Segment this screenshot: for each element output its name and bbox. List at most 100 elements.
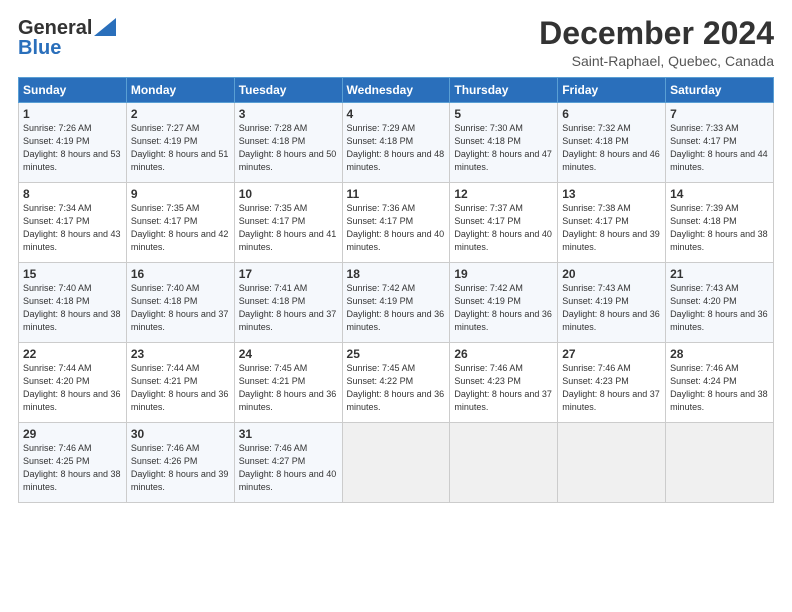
day-info: Sunrise: 7:40 AMSunset: 4:18 PMDaylight:… — [23, 282, 122, 334]
day-info: Sunrise: 7:43 AMSunset: 4:20 PMDaylight:… — [670, 282, 769, 334]
day-info: Sunrise: 7:29 AMSunset: 4:18 PMDaylight:… — [347, 122, 446, 174]
day-of-week-saturday: Saturday — [666, 78, 774, 103]
day-number: 15 — [23, 267, 122, 281]
day-info: Sunrise: 7:27 AMSunset: 4:19 PMDaylight:… — [131, 122, 230, 174]
calendar-cell: 2Sunrise: 7:27 AMSunset: 4:19 PMDaylight… — [126, 103, 234, 183]
location: Saint-Raphael, Quebec, Canada — [539, 53, 774, 69]
day-of-week-monday: Monday — [126, 78, 234, 103]
calendar-cell: 12Sunrise: 7:37 AMSunset: 4:17 PMDayligh… — [450, 183, 558, 263]
logo-bird-icon — [94, 18, 116, 36]
day-info: Sunrise: 7:32 AMSunset: 4:18 PMDaylight:… — [562, 122, 661, 174]
day-info: Sunrise: 7:26 AMSunset: 4:19 PMDaylight:… — [23, 122, 122, 174]
calendar-cell: 17Sunrise: 7:41 AMSunset: 4:18 PMDayligh… — [234, 263, 342, 343]
calendar-cell: 3Sunrise: 7:28 AMSunset: 4:18 PMDaylight… — [234, 103, 342, 183]
day-info: Sunrise: 7:46 AMSunset: 4:27 PMDaylight:… — [239, 442, 338, 494]
week-row-1: 8Sunrise: 7:34 AMSunset: 4:17 PMDaylight… — [19, 183, 774, 263]
calendar-header-row: SundayMondayTuesdayWednesdayThursdayFrid… — [19, 78, 774, 103]
calendar-cell — [558, 423, 666, 503]
day-number: 23 — [131, 347, 230, 361]
calendar-cell: 22Sunrise: 7:44 AMSunset: 4:20 PMDayligh… — [19, 343, 127, 423]
day-info: Sunrise: 7:44 AMSunset: 4:20 PMDaylight:… — [23, 362, 122, 414]
day-info: Sunrise: 7:45 AMSunset: 4:21 PMDaylight:… — [239, 362, 338, 414]
calendar-cell: 30Sunrise: 7:46 AMSunset: 4:26 PMDayligh… — [126, 423, 234, 503]
day-of-week-thursday: Thursday — [450, 78, 558, 103]
page: General Blue December 2024 Saint-Raphael… — [0, 0, 792, 612]
day-number: 9 — [131, 187, 230, 201]
day-info: Sunrise: 7:44 AMSunset: 4:21 PMDaylight:… — [131, 362, 230, 414]
day-info: Sunrise: 7:42 AMSunset: 4:19 PMDaylight:… — [347, 282, 446, 334]
day-info: Sunrise: 7:46 AMSunset: 4:23 PMDaylight:… — [454, 362, 553, 414]
day-info: Sunrise: 7:39 AMSunset: 4:18 PMDaylight:… — [670, 202, 769, 254]
day-info: Sunrise: 7:40 AMSunset: 4:18 PMDaylight:… — [131, 282, 230, 334]
calendar: SundayMondayTuesdayWednesdayThursdayFrid… — [18, 77, 774, 503]
logo-blue: Blue — [18, 37, 61, 60]
calendar-cell: 29Sunrise: 7:46 AMSunset: 4:25 PMDayligh… — [19, 423, 127, 503]
day-info: Sunrise: 7:45 AMSunset: 4:22 PMDaylight:… — [347, 362, 446, 414]
day-number: 20 — [562, 267, 661, 281]
day-number: 27 — [562, 347, 661, 361]
day-number: 1 — [23, 107, 122, 121]
calendar-cell: 16Sunrise: 7:40 AMSunset: 4:18 PMDayligh… — [126, 263, 234, 343]
day-info: Sunrise: 7:46 AMSunset: 4:25 PMDaylight:… — [23, 442, 122, 494]
title-block: December 2024 Saint-Raphael, Quebec, Can… — [539, 16, 774, 69]
calendar-cell: 14Sunrise: 7:39 AMSunset: 4:18 PMDayligh… — [666, 183, 774, 263]
day-info: Sunrise: 7:41 AMSunset: 4:18 PMDaylight:… — [239, 282, 338, 334]
calendar-cell: 5Sunrise: 7:30 AMSunset: 4:18 PMDaylight… — [450, 103, 558, 183]
calendar-cell: 24Sunrise: 7:45 AMSunset: 4:21 PMDayligh… — [234, 343, 342, 423]
day-number: 6 — [562, 107, 661, 121]
calendar-cell: 21Sunrise: 7:43 AMSunset: 4:20 PMDayligh… — [666, 263, 774, 343]
day-number: 29 — [23, 427, 122, 441]
day-info: Sunrise: 7:36 AMSunset: 4:17 PMDaylight:… — [347, 202, 446, 254]
day-number: 25 — [347, 347, 446, 361]
calendar-cell: 25Sunrise: 7:45 AMSunset: 4:22 PMDayligh… — [342, 343, 450, 423]
day-info: Sunrise: 7:30 AMSunset: 4:18 PMDaylight:… — [454, 122, 553, 174]
calendar-cell: 28Sunrise: 7:46 AMSunset: 4:24 PMDayligh… — [666, 343, 774, 423]
day-number: 2 — [131, 107, 230, 121]
day-number: 28 — [670, 347, 769, 361]
calendar-cell — [342, 423, 450, 503]
day-of-week-friday: Friday — [558, 78, 666, 103]
day-info: Sunrise: 7:34 AMSunset: 4:17 PMDaylight:… — [23, 202, 122, 254]
calendar-cell: 8Sunrise: 7:34 AMSunset: 4:17 PMDaylight… — [19, 183, 127, 263]
calendar-cell: 13Sunrise: 7:38 AMSunset: 4:17 PMDayligh… — [558, 183, 666, 263]
calendar-cell: 20Sunrise: 7:43 AMSunset: 4:19 PMDayligh… — [558, 263, 666, 343]
month-title: December 2024 — [539, 16, 774, 51]
calendar-cell: 9Sunrise: 7:35 AMSunset: 4:17 PMDaylight… — [126, 183, 234, 263]
day-number: 12 — [454, 187, 553, 201]
day-of-week-tuesday: Tuesday — [234, 78, 342, 103]
day-of-week-wednesday: Wednesday — [342, 78, 450, 103]
day-number: 16 — [131, 267, 230, 281]
day-of-week-sunday: Sunday — [19, 78, 127, 103]
calendar-cell: 1Sunrise: 7:26 AMSunset: 4:19 PMDaylight… — [19, 103, 127, 183]
calendar-cell: 10Sunrise: 7:35 AMSunset: 4:17 PMDayligh… — [234, 183, 342, 263]
calendar-cell: 6Sunrise: 7:32 AMSunset: 4:18 PMDaylight… — [558, 103, 666, 183]
day-info: Sunrise: 7:46 AMSunset: 4:24 PMDaylight:… — [670, 362, 769, 414]
calendar-cell: 18Sunrise: 7:42 AMSunset: 4:19 PMDayligh… — [342, 263, 450, 343]
day-info: Sunrise: 7:46 AMSunset: 4:26 PMDaylight:… — [131, 442, 230, 494]
day-number: 21 — [670, 267, 769, 281]
day-number: 10 — [239, 187, 338, 201]
calendar-cell: 19Sunrise: 7:42 AMSunset: 4:19 PMDayligh… — [450, 263, 558, 343]
week-row-3: 22Sunrise: 7:44 AMSunset: 4:20 PMDayligh… — [19, 343, 774, 423]
calendar-cell: 26Sunrise: 7:46 AMSunset: 4:23 PMDayligh… — [450, 343, 558, 423]
calendar-cell: 7Sunrise: 7:33 AMSunset: 4:17 PMDaylight… — [666, 103, 774, 183]
calendar-cell: 23Sunrise: 7:44 AMSunset: 4:21 PMDayligh… — [126, 343, 234, 423]
day-number: 17 — [239, 267, 338, 281]
day-info: Sunrise: 7:33 AMSunset: 4:17 PMDaylight:… — [670, 122, 769, 174]
day-info: Sunrise: 7:43 AMSunset: 4:19 PMDaylight:… — [562, 282, 661, 334]
day-number: 26 — [454, 347, 553, 361]
day-number: 19 — [454, 267, 553, 281]
calendar-cell: 4Sunrise: 7:29 AMSunset: 4:18 PMDaylight… — [342, 103, 450, 183]
day-number: 8 — [23, 187, 122, 201]
day-number: 7 — [670, 107, 769, 121]
calendar-cell — [450, 423, 558, 503]
day-number: 11 — [347, 187, 446, 201]
day-number: 5 — [454, 107, 553, 121]
day-number: 4 — [347, 107, 446, 121]
day-number: 24 — [239, 347, 338, 361]
week-row-0: 1Sunrise: 7:26 AMSunset: 4:19 PMDaylight… — [19, 103, 774, 183]
calendar-cell: 11Sunrise: 7:36 AMSunset: 4:17 PMDayligh… — [342, 183, 450, 263]
day-info: Sunrise: 7:37 AMSunset: 4:17 PMDaylight:… — [454, 202, 553, 254]
day-number: 13 — [562, 187, 661, 201]
week-row-4: 29Sunrise: 7:46 AMSunset: 4:25 PMDayligh… — [19, 423, 774, 503]
